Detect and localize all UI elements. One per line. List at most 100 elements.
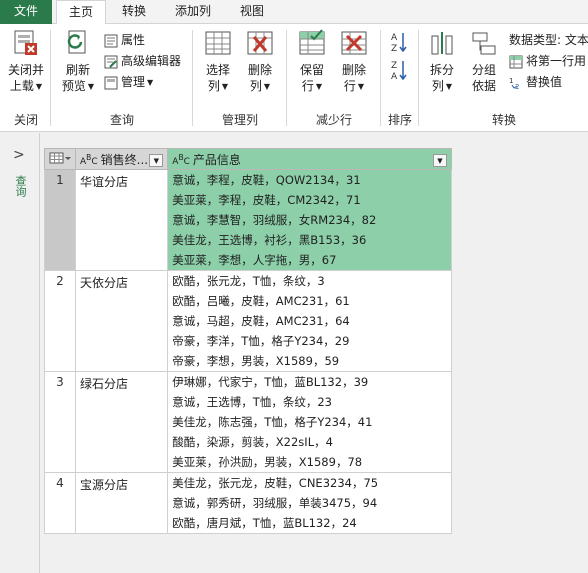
expand-queries-pane-icon[interactable]: > [13,147,25,163]
product-info-line: 意诚，马超，皮鞋，AMC231，64 [172,314,350,328]
group-by-label-1: 分组 [471,63,496,77]
table-row[interactable]: 1 华谊分店 意诚，李程，皮鞋，QOW2134，31 美亚莱，李程，皮鞋，CM2… [44,169,452,271]
product-info-cell[interactable]: 欧酷，张元龙，T恤，条纹，3 欧酷，吕曦，皮鞋，AMC231，61 意诚，马超，… [167,270,452,372]
text-type-icon[interactable]: ABC [172,153,190,167]
data-type-dropdown[interactable]: 数据类型: 文本 [509,30,588,50]
column-filter-icon[interactable]: ▼ [433,153,447,167]
queries-pane-label[interactable]: 查询 [12,175,28,197]
tab-transform[interactable]: 转换 [112,0,156,24]
product-info-line: 意诚，郭秀研，羽绒服，单装3475，94 [172,496,378,510]
svg-text:A: A [391,33,398,43]
table-row[interactable]: 3 绿石分店 伊琳娜，代家宁，T恤，蓝BL132，39 意诚，王选博，T恤，条纹… [44,371,452,473]
product-info-cell[interactable]: 美佳龙，张元龙，皮鞋，CNE3234，75 意诚，郭秀研，羽绒服，单装3475，… [167,472,452,534]
svg-text:1: 1 [509,77,513,85]
split-column-button[interactable]: 拆分 列 ▼ [422,28,462,95]
table-select-all-button[interactable] [44,148,76,170]
sort-descending-button[interactable]: Z A [390,58,411,84]
product-info-line: 意诚，李程，皮鞋，QOW2134，31 [172,173,361,187]
tab-file[interactable]: 文件 [0,0,52,24]
refresh-preview-button[interactable]: 刷新 预览 ▼ [56,28,100,95]
split-column-label-2: 列 ▼ [431,79,453,93]
advanced-editor-button[interactable]: 高级编辑器 [104,51,181,71]
keep-rows-icon [299,29,325,55]
group-label-close: 关闭 [13,113,38,127]
column-filter-icon[interactable]: ▼ [149,153,164,167]
svg-text:A: A [391,72,398,82]
queries-pane: > 查询 [0,133,40,573]
product-info-line: 意诚，王选博，T恤，条纹，23 [172,395,332,409]
sort-descending-icon: Z A [391,61,407,82]
product-info-line: 美亚莱，李想，人字拖，男，67 [172,253,337,267]
table-row[interactable]: 4 宝源分店 美佳龙，张元龙，皮鞋，CNE3234，75 意诚，郭秀研，羽绒服，… [44,472,452,534]
store-cell[interactable]: 天依分店 [74,270,169,372]
ribbon: 关闭并 上载 ▼ 关闭 刷新 预览 ▼ 属性 高级编辑器 管理 ▼ 查询 选择 列 ▼ [0,24,588,132]
refresh-icon [67,30,86,54]
ribbon-tab-bar: 文件 主页 转换 添加列 视图 [0,0,588,25]
refresh-label-2: 预览 ▼ [61,79,95,93]
group-by-button[interactable]: 分组 依据 [464,28,504,94]
refresh-label-1: 刷新 [65,63,90,77]
choose-columns-label-2: 列 ▼ [207,79,229,93]
column-header-store[interactable]: ABC 销售终... ▼ [74,148,169,170]
product-info-line: 欧酷，唐月斌，T恤，蓝BL132，24 [172,516,357,530]
split-column-label-1: 拆分 [429,63,454,77]
keep-rows-label-1: 保留 [299,63,324,77]
split-column-icon [431,32,453,55]
close-and-load-icon [14,30,37,55]
product-info-line: 美佳龙，王选博，衬衫，黑B153，36 [172,233,367,247]
replace-values-icon: 12 [509,77,519,91]
remove-rows-label-2: 行 ▼ [343,79,365,93]
row-index[interactable]: 1 [44,169,76,271]
properties-button[interactable]: 属性 [104,30,145,50]
product-info-line: 美亚莱，孙洪励，男装，X1589，78 [172,455,363,469]
svg-text:Z: Z [391,44,397,54]
grid-header-row: ABC 销售终... ▼ ABC 产品信息 ▼ [44,148,452,170]
remove-rows-label-1: 删除 [341,63,366,77]
advanced-editor-icon [104,55,118,68]
keep-rows-label-2: 行 ▼ [301,79,323,93]
close-and-load-button[interactable]: 关闭并 上载 ▼ [4,28,48,95]
remove-rows-button[interactable]: 删除 行 ▼ [334,28,374,95]
product-info-line: 美佳龙，陈志强，T恤，格子Y234，41 [172,415,373,429]
tab-add-column[interactable]: 添加列 [166,0,220,24]
svg-text:Z: Z [391,61,397,71]
replace-values-button[interactable]: 1 2 替换值 [509,72,562,92]
sort-ascending-icon: A Z [391,33,407,54]
remove-columns-button[interactable]: 删除 列 ▼ [240,28,280,95]
sort-ascending-button[interactable]: A Z [390,30,411,56]
remove-columns-label-1: 删除 [247,63,272,77]
product-info-line: 帝豪，李想，男装，X1589，59 [172,354,340,368]
choose-columns-icon [205,31,231,55]
manage-icon [104,76,118,89]
tab-home[interactable]: 主页 [56,0,106,25]
group-by-icon [472,32,496,55]
row-index[interactable]: 3 [44,371,76,473]
group-label-sort: 排序 [387,113,412,127]
store-cell[interactable]: 宝源分店 [74,472,169,534]
product-info-cell[interactable]: 伊琳娜，代家宁，T恤，蓝BL132，39 意诚，王选博，T恤，条纹，23 美佳龙… [167,371,452,473]
close-and-load-label-1: 关闭并 [7,63,44,77]
tab-view[interactable]: 视图 [230,0,274,24]
remove-columns-label-2: 列 ▼ [249,79,271,93]
text-type-icon[interactable]: ABC [80,153,98,167]
group-label-reduce-rows: 减少行 [315,113,352,127]
row-index[interactable]: 2 [44,270,76,372]
use-first-row-as-headers-button[interactable]: 将第一行用 [509,51,586,71]
close-and-load-label-2: 上载 ▼ [9,79,43,93]
choose-columns-button[interactable]: 选择 列 ▼ [198,28,238,95]
product-info-line: 欧酷，吕曦，皮鞋，AMC231，61 [172,294,350,308]
column-header-product-info[interactable]: ABC 产品信息 ▼ [167,148,452,170]
row-index[interactable]: 4 [44,472,76,534]
keep-rows-button[interactable]: 保留 行 ▼ [292,28,332,95]
group-label-query: 查询 [109,113,134,127]
group-by-label-2: 依据 [471,79,496,93]
store-cell[interactable]: 华谊分店 [74,169,169,271]
table-icon [49,152,71,163]
product-info-line: 美亚莱，李程，皮鞋，CM2342，71 [172,193,361,207]
table-row[interactable]: 2 天依分店 欧酷，张元龙，T恤，条纹，3 欧酷，吕曦，皮鞋，AMC231，61… [44,270,452,372]
product-info-line: 美佳龙，张元龙，皮鞋，CNE3234，75 [172,476,379,490]
manage-button[interactable]: 管理 ▼ [104,72,153,92]
group-label-transform: 转换 [491,113,516,127]
store-cell[interactable]: 绿石分店 [74,371,169,473]
product-info-cell[interactable]: 意诚，李程，皮鞋，QOW2134，31 美亚莱，李程，皮鞋，CM2342，71 … [167,169,452,271]
